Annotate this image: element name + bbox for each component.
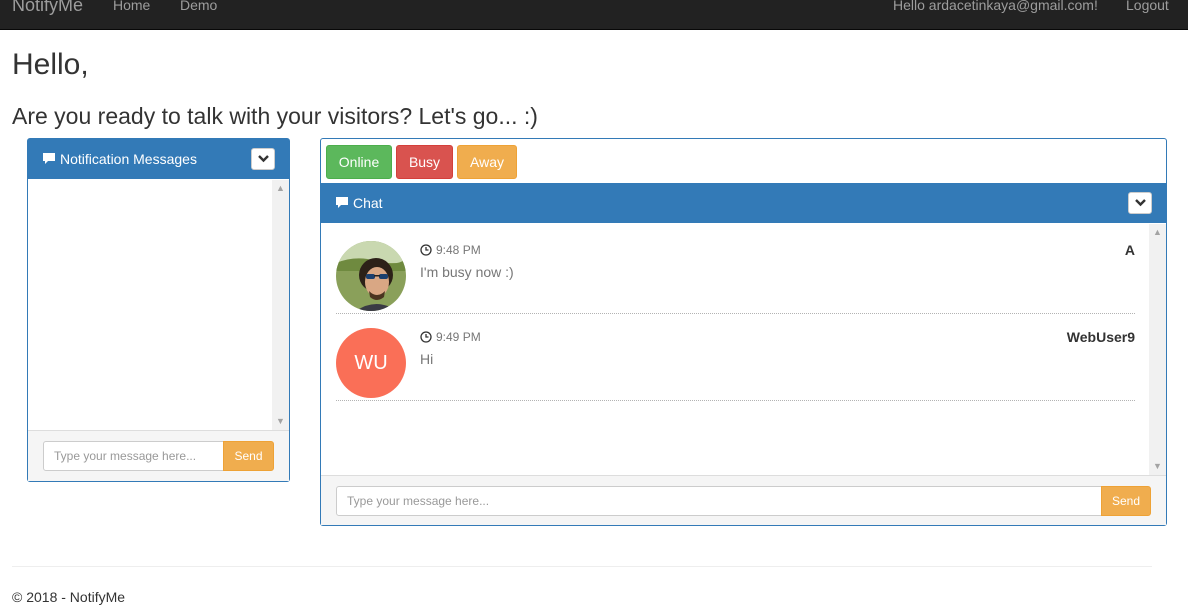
comment-icon: [42, 140, 56, 180]
notification-message-input[interactable]: [43, 441, 224, 471]
chat-scrollbar[interactable]: ▲ ▼: [1149, 224, 1166, 475]
message-author: WebUser9: [1066, 329, 1135, 345]
message-text: Hi: [420, 351, 434, 367]
status-online-button[interactable]: Online: [326, 145, 392, 179]
notification-panel-footer: Send: [28, 430, 289, 481]
chat-message: WU 9:49 PM Hi WebUser9: [336, 313, 1135, 401]
status-away-button[interactable]: Away: [457, 145, 517, 179]
notification-collapse-button[interactable]: [251, 148, 275, 170]
chat-message: 9:48 PM I'm busy now :) A: [336, 226, 1135, 314]
avatar: WU: [336, 328, 406, 398]
message-time-text: 9:49 PM: [436, 330, 481, 344]
message-author: A: [1124, 242, 1135, 258]
scroll-down-arrow-icon[interactable]: ▼: [272, 413, 289, 430]
clock-icon: [420, 331, 432, 343]
chat-messages-list[interactable]: 9:48 PM I'm busy now :) A WU 9:49 PM Hi …: [321, 224, 1166, 475]
user-greeting-link[interactable]: Hello ardacetinkaya@gmail.com!: [893, 0, 1098, 13]
nav-demo-link[interactable]: Demo: [180, 0, 217, 13]
nav-home-link[interactable]: Home: [113, 0, 150, 13]
chat-collapse-button[interactable]: [1128, 192, 1152, 214]
footer-copyright: © 2018 - NotifyMe: [12, 589, 126, 605]
logout-link[interactable]: Logout: [1126, 0, 1169, 13]
chat-panel-title: Chat: [353, 195, 383, 211]
notification-scrollbar[interactable]: ▲ ▼: [272, 180, 289, 430]
scroll-down-arrow-icon[interactable]: ▼: [1149, 458, 1166, 475]
avatar: [336, 241, 406, 311]
status-busy-button[interactable]: Busy: [396, 145, 453, 179]
chat-send-button[interactable]: Send: [1101, 486, 1151, 516]
message-time: 9:48 PM: [420, 243, 481, 257]
scroll-up-arrow-icon[interactable]: ▲: [272, 180, 289, 197]
brand-link[interactable]: NotifyMe: [12, 0, 83, 16]
page-subtitle: Are you ready to talk with your visitors…: [12, 103, 538, 129]
user-photo-icon: [336, 241, 406, 311]
chevron-down-icon: [1135, 199, 1146, 207]
notification-input-group: Send: [43, 441, 274, 471]
chat-panel-heading: Chat: [321, 183, 1166, 223]
notification-panel: Notification Messages ▲ ▼ Send: [27, 138, 290, 482]
footer-divider: [12, 566, 1152, 567]
chat-message-input[interactable]: [336, 486, 1102, 516]
page-greeting: Hello,: [12, 48, 89, 81]
top-navbar: NotifyMe Home Demo Hello ardacetinkaya@g…: [0, 0, 1188, 30]
notification-panel-title: Notification Messages: [60, 151, 197, 167]
message-time-text: 9:48 PM: [436, 243, 481, 257]
chat-container: Online Busy Away Chat 9:48 PM I'm busy n…: [320, 138, 1167, 526]
notification-panel-heading: Notification Messages: [28, 139, 289, 179]
chevron-down-icon: [258, 155, 269, 163]
comment-icon: [335, 184, 349, 224]
clock-icon: [420, 244, 432, 256]
notification-send-button[interactable]: Send: [223, 441, 274, 471]
message-text: I'm busy now :): [420, 264, 514, 280]
message-time: 9:49 PM: [420, 330, 481, 344]
scroll-up-arrow-icon[interactable]: ▲: [1149, 224, 1166, 241]
notification-messages-list[interactable]: ▲ ▼: [28, 180, 289, 430]
chat-input-group: Send: [336, 486, 1151, 516]
chat-panel-footer: Send: [321, 475, 1166, 525]
